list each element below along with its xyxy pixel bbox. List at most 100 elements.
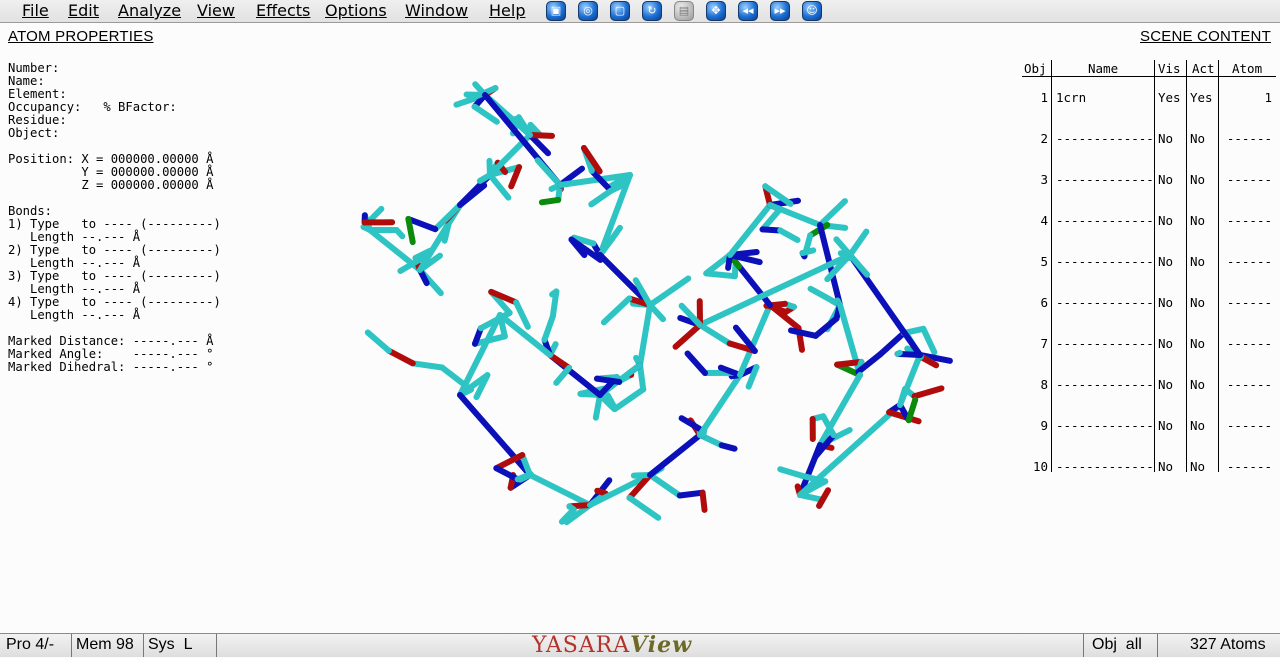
bond-stick [530, 135, 552, 136]
status-pro: Pro 4/- [6, 636, 54, 654]
menu-options[interactable]: Options [323, 1, 389, 21]
menu-window[interactable]: Window [403, 1, 470, 21]
scene-content-title: SCENE CONTENT [1140, 28, 1271, 45]
scene-object-row[interactable]: 4-------------NoNo------ [1022, 213, 1276, 229]
bond-stick [735, 265, 736, 276]
obj-number: 8 [1022, 377, 1048, 392]
atom-count: ------ [1222, 295, 1272, 310]
object-name: ------------- [1056, 377, 1154, 392]
menu-help-label: Help [489, 1, 525, 20]
bond-stick [819, 490, 828, 506]
bond-stick [703, 493, 705, 510]
menu-view-label: View [197, 1, 235, 20]
status-obj: Obj all [1092, 636, 1142, 654]
col-atom: Atom [1232, 61, 1262, 76]
menu-help[interactable]: Help [487, 1, 527, 21]
bond-stick [780, 469, 801, 475]
scene-object-row[interactable]: 2-------------NoNo------ [1022, 131, 1276, 147]
bond-stick [445, 223, 449, 241]
move-icon[interactable]: ✥ [706, 1, 726, 21]
refresh-icon[interactable]: ↻ [642, 1, 662, 21]
atom-property-line: Object: [8, 127, 221, 140]
fast-forward-icon[interactable]: ▸▸ [770, 1, 790, 21]
bond-stick [803, 250, 814, 253]
menu-window-label: Window [405, 1, 468, 20]
visible-flag: No [1158, 418, 1173, 433]
menu-file[interactable]: File [20, 1, 51, 21]
atom-properties-title: ATOM PROPERTIES [8, 28, 154, 45]
bond-stick [914, 388, 941, 396]
active-flag: Yes [1190, 90, 1213, 105]
bond-stick [597, 379, 619, 382]
save-icon[interactable]: ▤ [674, 1, 694, 21]
active-flag: No [1190, 459, 1205, 474]
select-icon[interactable]: ▣ [546, 1, 566, 21]
obj-number: 1 [1022, 90, 1048, 105]
bond-stick [556, 368, 569, 383]
obj-number: 5 [1022, 254, 1048, 269]
visible-flag: No [1158, 377, 1173, 392]
atom-properties-panel: Number:Name:Element:Occupancy: % BFactor… [8, 62, 221, 374]
smiley-icon[interactable]: ☺ [802, 1, 822, 21]
scene-object-row[interactable]: 10 ------------- No No ------ [1022, 459, 1276, 475]
molecule-sticks [364, 84, 950, 522]
col-obj: Obj [1024, 61, 1047, 76]
object-name: ------------- [1056, 254, 1154, 269]
bond-stick [676, 325, 700, 347]
menu-view[interactable]: View [195, 1, 237, 21]
scene-object-row[interactable]: 9-------------NoNo------ [1022, 418, 1276, 434]
scene-object-row[interactable]: 8-------------NoNo------ [1022, 377, 1276, 393]
scene-object-row[interactable]: 5-------------NoNo------ [1022, 254, 1276, 270]
bond-stick [538, 160, 560, 185]
menu-analyze[interactable]: Analyze [116, 1, 183, 21]
atom-count: ------ [1222, 131, 1272, 146]
new-page-icon[interactable]: ▢ [610, 1, 630, 21]
bond-stick [722, 445, 735, 448]
obj-number: 10 [1022, 459, 1048, 474]
bond-stick [615, 389, 643, 408]
bond-stick [368, 332, 389, 350]
bond-stick [816, 319, 837, 336]
status-divider [143, 634, 144, 657]
active-flag: No [1190, 213, 1205, 228]
molecule-viewport[interactable] [300, 55, 960, 555]
menu-bar: File Edit Analyze View Effects Options W… [0, 0, 1280, 23]
bond-stick [640, 305, 650, 365]
bond-stick [552, 291, 556, 294]
atom-count: ------ [1222, 459, 1272, 474]
visible-flag: No [1158, 295, 1173, 310]
rewind-icon[interactable]: ◂◂ [738, 1, 758, 21]
active-flag: No [1190, 377, 1205, 392]
bond-stick [408, 219, 412, 242]
menu-edit[interactable]: Edit [66, 1, 101, 21]
logo-text-yasara: YASARA [532, 633, 630, 658]
scene-object-row[interactable]: 3-------------NoNo------ [1022, 172, 1276, 188]
bond-stick [389, 351, 413, 364]
obj-number: 3 [1022, 172, 1048, 187]
scene-object-row[interactable]: 11crnYesYes1 [1022, 90, 1276, 106]
bond-stick [898, 353, 900, 354]
atom-property-line: Length --.--- Å [8, 309, 221, 322]
scene-object-row[interactable]: 6-------------NoNo------ [1022, 295, 1276, 311]
menu-effects[interactable]: Effects [254, 1, 312, 21]
bond-stick [780, 230, 797, 240]
bond-stick [700, 325, 730, 344]
bond-stick [923, 329, 934, 353]
visible-flag: No [1158, 459, 1173, 474]
atom-count: ------ [1222, 418, 1272, 433]
status-divider [1083, 634, 1084, 657]
scene-table-header: Obj Name Vis Act Atom [1022, 60, 1276, 77]
atom-count: 1 [1222, 90, 1272, 105]
active-flag: No [1190, 336, 1205, 351]
bond-stick [542, 200, 558, 202]
menu-options-label: Options [325, 1, 387, 20]
globe-icon[interactable]: ◎ [578, 1, 598, 21]
bond-stick [613, 228, 620, 238]
yasara-view-logo: YASARAView [532, 634, 692, 657]
object-name: ------------- [1056, 459, 1154, 474]
obj-number: 9 [1022, 418, 1048, 433]
bond-stick [820, 201, 845, 225]
atom-count: ------ [1222, 254, 1272, 269]
scene-object-row[interactable]: 7-------------NoNo------ [1022, 336, 1276, 352]
bond-stick [597, 491, 605, 494]
